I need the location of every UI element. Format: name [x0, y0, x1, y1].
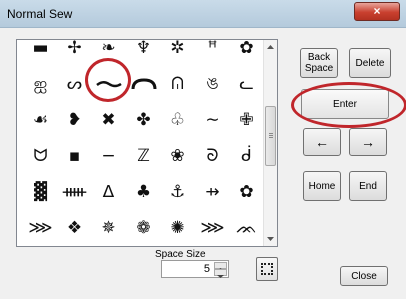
space-size-value: 5 [203, 263, 210, 275]
stitch-pattern-cell[interactable]: ✿ [229, 174, 264, 210]
left-arrow-button[interactable]: ← [303, 128, 341, 156]
stitch-pattern-cell[interactable]: ✺ [160, 210, 195, 246]
stitch-pattern-cell[interactable]: ▓ [23, 174, 58, 210]
end-button[interactable]: End [349, 171, 387, 201]
stitch-pattern-cell[interactable]: ♆ [126, 40, 161, 66]
stitch-pattern-cell[interactable]: ❥ [57, 102, 92, 138]
stitch-pattern-cell[interactable]: ⋙ [195, 210, 230, 246]
spinner-down-arrow[interactable] [214, 269, 227, 278]
stitch-pattern-cell[interactable]: − [91, 138, 126, 174]
close-button[interactable]: Close [340, 266, 388, 286]
stitch-pattern-cell[interactable]: ஐ [23, 66, 58, 102]
enter-highlight-ellipse [291, 82, 406, 128]
scroll-thumb[interactable] [265, 106, 276, 166]
stitch-pattern-cell[interactable]: ⋙ [23, 210, 58, 246]
stitch-pattern-cell[interactable]: ᓚ [229, 66, 264, 102]
stitch-pattern-cell[interactable]: ✸ [57, 246, 92, 247]
pattern-row: ▬ ✢ ❧ ♆ ✲ ꟸ ✿ [17, 40, 265, 66]
stitch-pattern-cell[interactable]: ♣ [126, 174, 161, 210]
stitch-pattern-cell[interactable]: ✦ [91, 246, 126, 247]
stitch-pattern-cell[interactable]: ✤ [126, 102, 161, 138]
home-button[interactable]: Home [303, 171, 341, 201]
selection-highlight-circle [85, 58, 131, 102]
stitch-pattern-list[interactable]: ▬ ✢ ❧ ♆ ✲ ꟸ ✿ ஐ ᔕ ᕬ ঙ ᓚ ☙ ❥ ✖ ✤ ♧ ∼ ✙ ᗢ ▪ − ℤ ❀ ᘐ ᑰ ▓ ᚔ ᐃ ♣ ⚓ ⇸ ✿ ⋙ ❖ ✵ ❁ ✺ ⋙ ᨏ… [16, 39, 278, 247]
scroll-down-arrow[interactable] [264, 231, 277, 246]
delete-button[interactable]: Delete [349, 48, 391, 78]
stitch-pattern-cell[interactable]: ⇸ [195, 174, 230, 210]
pattern-row: ⋙ ❖ ✵ ❁ ✺ ⋙ ᨏ [17, 210, 265, 246]
stitch-pattern-cell[interactable]: ✿ [229, 40, 264, 66]
stitch-pattern-cell[interactable]: ᑰ [229, 138, 264, 174]
scroll-up-arrow[interactable] [264, 40, 277, 55]
pattern-row: ☙ ❥ ✖ ✤ ♧ ∼ ✙ [17, 102, 265, 138]
stitch-pattern-cell[interactable]: ♧ [160, 102, 195, 138]
window-close-button[interactable]: × [354, 2, 400, 21]
pattern-row: ஐᔕᕬঙᓚ [17, 66, 265, 102]
stitch-pattern-cell[interactable]: ✢ [57, 40, 92, 66]
stitch-pattern-cell[interactable]: ✦ [195, 246, 230, 247]
stitch-pattern-cell[interactable] [126, 66, 161, 102]
stitch-pattern-cell[interactable]: ✵ [91, 210, 126, 246]
title-bar: Normal Sew × [0, 0, 406, 28]
pattern-row: ᗢ ▪ − ℤ ❀ ᘐ ᑰ [17, 138, 265, 174]
stitch-pattern-cell[interactable]: ❖ [57, 210, 92, 246]
pattern-row: ▓ ᚔ ᐃ ♣ ⚓ ⇸ ✿ [17, 174, 265, 210]
stitch-pattern-cell[interactable]: ᨏ [229, 210, 264, 246]
stitch-pattern-cell[interactable]: ᘐ [195, 138, 230, 174]
stitch-pattern-cell[interactable]: ✲ [160, 40, 195, 66]
stitch-pattern-cell[interactable]: ∼ [195, 102, 230, 138]
vertical-scrollbar[interactable] [263, 40, 277, 246]
stitch-pattern-cell[interactable]: ᛜ [126, 246, 161, 247]
stitch-pattern-cell[interactable]: ℤ [126, 138, 161, 174]
spinner-up-arrow[interactable] [214, 262, 227, 271]
space-size-label: Space Size [155, 249, 206, 260]
stitch-pattern-cell[interactable]: ▬ [23, 40, 58, 66]
dotted-frame-icon [261, 263, 273, 275]
stitch-pattern-cell[interactable]: ◆ [23, 246, 58, 247]
stitch-pattern-cell[interactable]: ❁ [126, 210, 161, 246]
stitch-pattern-cell[interactable]: ✙ [229, 102, 264, 138]
pattern-row: ◆✸✦ᛜ❦✦❋ [17, 246, 265, 247]
stitch-pattern-cell[interactable]: ▪ [57, 138, 92, 174]
stitch-pattern-cell[interactable]: ❋ [229, 246, 264, 247]
stitch-pattern-cell[interactable]: ❦ [160, 246, 195, 247]
stitch-pattern-cell[interactable]: ᗢ [23, 138, 58, 174]
stitch-pattern-cell[interactable]: ᐃ [91, 174, 126, 210]
stitch-pattern-cell[interactable]: ᕬ [160, 66, 195, 102]
window-title: Normal Sew [7, 7, 73, 21]
right-arrow-button[interactable]: → [349, 128, 387, 156]
stitch-pattern-cell[interactable]: ❀ [160, 138, 195, 174]
back-space-button[interactable]: Back Space [300, 48, 338, 78]
stitch-pattern-cell[interactable]: ✖ [91, 102, 126, 138]
stitch-pattern-cell[interactable]: ꟸ [195, 40, 230, 66]
dialog-body: ▬ ✢ ❧ ♆ ✲ ꟸ ✿ ஐ ᔕ ᕬ ঙ ᓚ ☙ ❥ ✖ ✤ ♧ ∼ ✙ ᗢ ▪ − ℤ ❀ ᘐ ᑰ ▓ ᚔ ᐃ ♣ ⚓ ⇸ ✿ ⋙ ❖ ✵ ❁ ✺ ⋙ ᨏ… [5, 28, 406, 294]
stitch-pattern-cell[interactable]: ☙ [23, 102, 58, 138]
stitch-pattern-cell[interactable]: ঙ [195, 66, 230, 102]
space-size-spinner[interactable]: 5 [161, 260, 229, 278]
stitch-pattern-cell[interactable]: ⚓ [160, 174, 195, 210]
stitch-pattern-cell[interactable]: ᚔ [57, 174, 92, 210]
frame-icon-button[interactable] [256, 257, 278, 281]
